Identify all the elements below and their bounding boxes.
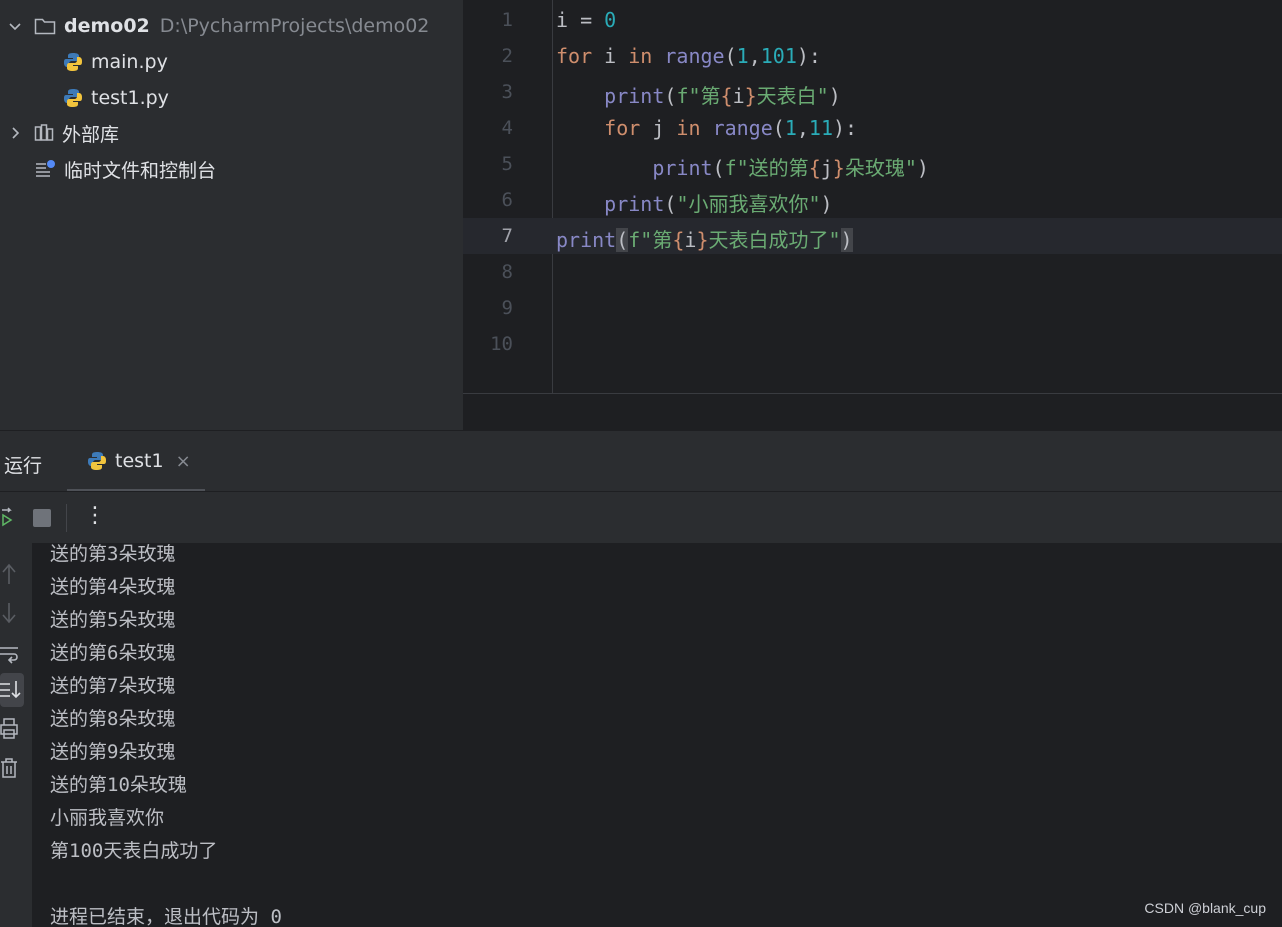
rerun-icon[interactable] <box>0 506 16 530</box>
code-line[interactable]: 5 print(f"送的第{j}朵玫瑰") <box>463 146 1282 182</box>
code-text: print(f"第{i}天表白") <box>604 84 841 108</box>
tree-root-path: D:\PycharmProjects\demo02 <box>159 15 430 37</box>
run-tab-label: test1 <box>115 450 164 472</box>
trash-icon[interactable] <box>0 754 22 782</box>
console-line: 送的第4朵玫瑰 <box>50 576 176 598</box>
python-file-icon <box>64 89 82 107</box>
console-line: 送的第9朵玫瑰 <box>50 741 176 763</box>
code-text: print(f"第{i}天表白成功了") <box>556 228 853 252</box>
line-number: 9 <box>501 297 513 319</box>
console-line: 送的第6朵玫瑰 <box>50 642 176 664</box>
folder-icon <box>34 18 56 35</box>
library-icon <box>34 124 54 141</box>
tree-external-libraries[interactable]: 外部库 <box>8 115 119 151</box>
run-panel-title: 运行 <box>4 455 43 477</box>
tree-file-label: main.py <box>91 51 168 73</box>
project-tool-window: demo02 D:\PycharmProjects\demo02 main.py… <box>0 0 462 430</box>
scroll-to-end-icon <box>0 681 21 699</box>
tree-scratches-consoles[interactable]: 临时文件和控制台 <box>34 151 216 187</box>
code-text: print(f"送的第{j}朵玫瑰") <box>652 156 929 180</box>
console-line: 送的第7朵玫瑰 <box>50 675 176 697</box>
console-line: 送的第5朵玫瑰 <box>50 609 176 631</box>
tree-item-label: 外部库 <box>62 123 120 146</box>
line-number: 2 <box>501 45 513 67</box>
arrow-down-icon[interactable] <box>0 599 22 627</box>
run-side-toolbar <box>0 543 32 927</box>
run-tool-window-header: 运行 test1 × <box>0 430 1282 492</box>
console-output[interactable]: 送的第3朵玫瑰 送的第4朵玫瑰 送的第5朵玫瑰 送的第6朵玫瑰 送的第7朵玫瑰 … <box>32 543 1282 927</box>
console-line: 小丽我喜欢你 <box>50 807 165 829</box>
line-number: 6 <box>501 189 513 211</box>
code-text: i = 0 <box>556 8 617 32</box>
code-text: print("小丽我喜欢你") <box>604 192 833 216</box>
python-file-icon <box>64 53 82 71</box>
run-tab-test1[interactable]: test1 × <box>67 431 205 492</box>
console-line: 送的第8朵玫瑰 <box>50 708 176 730</box>
tree-file-label: test1.py <box>91 87 169 109</box>
console-line: 送的第3朵玫瑰 <box>50 543 176 565</box>
tree-root-demo02[interactable]: demo02 D:\PycharmProjects\demo02 <box>8 8 429 44</box>
tree-file-main-py[interactable]: main.py <box>63 44 168 80</box>
code-line[interactable]: 10 <box>463 326 1282 362</box>
code-line-current[interactable]: 7 print(f"第{i}天表白成功了") <box>463 218 1282 254</box>
line-number: 7 <box>501 225 513 247</box>
code-line[interactable]: 6 print("小丽我喜欢你") <box>463 182 1282 218</box>
code-line[interactable]: 2 for i in range(1,101): <box>463 38 1282 74</box>
console-exit-line: 进程已结束，退出代码为 0 <box>50 906 282 927</box>
chevron-right-icon[interactable] <box>8 126 22 140</box>
console-line: 第100天表白成功了 <box>50 840 218 862</box>
code-line[interactable]: 4 for j in range(1,11): <box>463 110 1282 146</box>
line-number: 3 <box>501 81 513 103</box>
line-number: 1 <box>501 9 513 31</box>
scroll-to-end-toggle[interactable] <box>0 673 24 707</box>
code-text: for j in range(1,11): <box>604 116 858 140</box>
code-line[interactable]: 1 i = 0 <box>463 2 1282 38</box>
line-number: 10 <box>490 333 513 355</box>
python-run-icon <box>88 452 106 470</box>
chevron-down-icon[interactable] <box>8 19 22 33</box>
code-text: for i in range(1,101): <box>556 44 821 68</box>
line-number: 8 <box>501 261 513 283</box>
arrow-up-icon[interactable] <box>0 560 22 588</box>
editor-footer <box>463 393 1282 430</box>
code-line[interactable]: 9 <box>463 290 1282 326</box>
tree-item-label: 临时文件和控制台 <box>64 159 217 182</box>
line-number: 4 <box>501 117 513 139</box>
tree-file-test1-py[interactable]: test1.py <box>63 80 169 116</box>
console-line: 送的第10朵玫瑰 <box>50 774 187 796</box>
watermark-text: CSDN @blank_cup <box>1144 900 1266 916</box>
more-options-icon[interactable]: ⋮ <box>84 503 106 528</box>
soft-wrap-icon[interactable] <box>0 639 22 667</box>
tree-root-name: demo02 <box>64 15 150 37</box>
close-icon[interactable]: × <box>176 451 191 472</box>
print-icon[interactable] <box>0 715 22 743</box>
stop-icon[interactable] <box>33 509 51 527</box>
scratches-icon <box>36 160 55 177</box>
code-editor[interactable]: 1 i = 0 2 for i in range(1,101): 3 print… <box>463 0 1282 393</box>
run-toolbar: ⋮ <box>0 491 1282 543</box>
code-line[interactable]: 3 print(f"第{i}天表白") <box>463 74 1282 110</box>
toolbar-separator <box>66 504 67 532</box>
code-line[interactable]: 8 <box>463 254 1282 290</box>
line-number: 5 <box>501 153 513 175</box>
